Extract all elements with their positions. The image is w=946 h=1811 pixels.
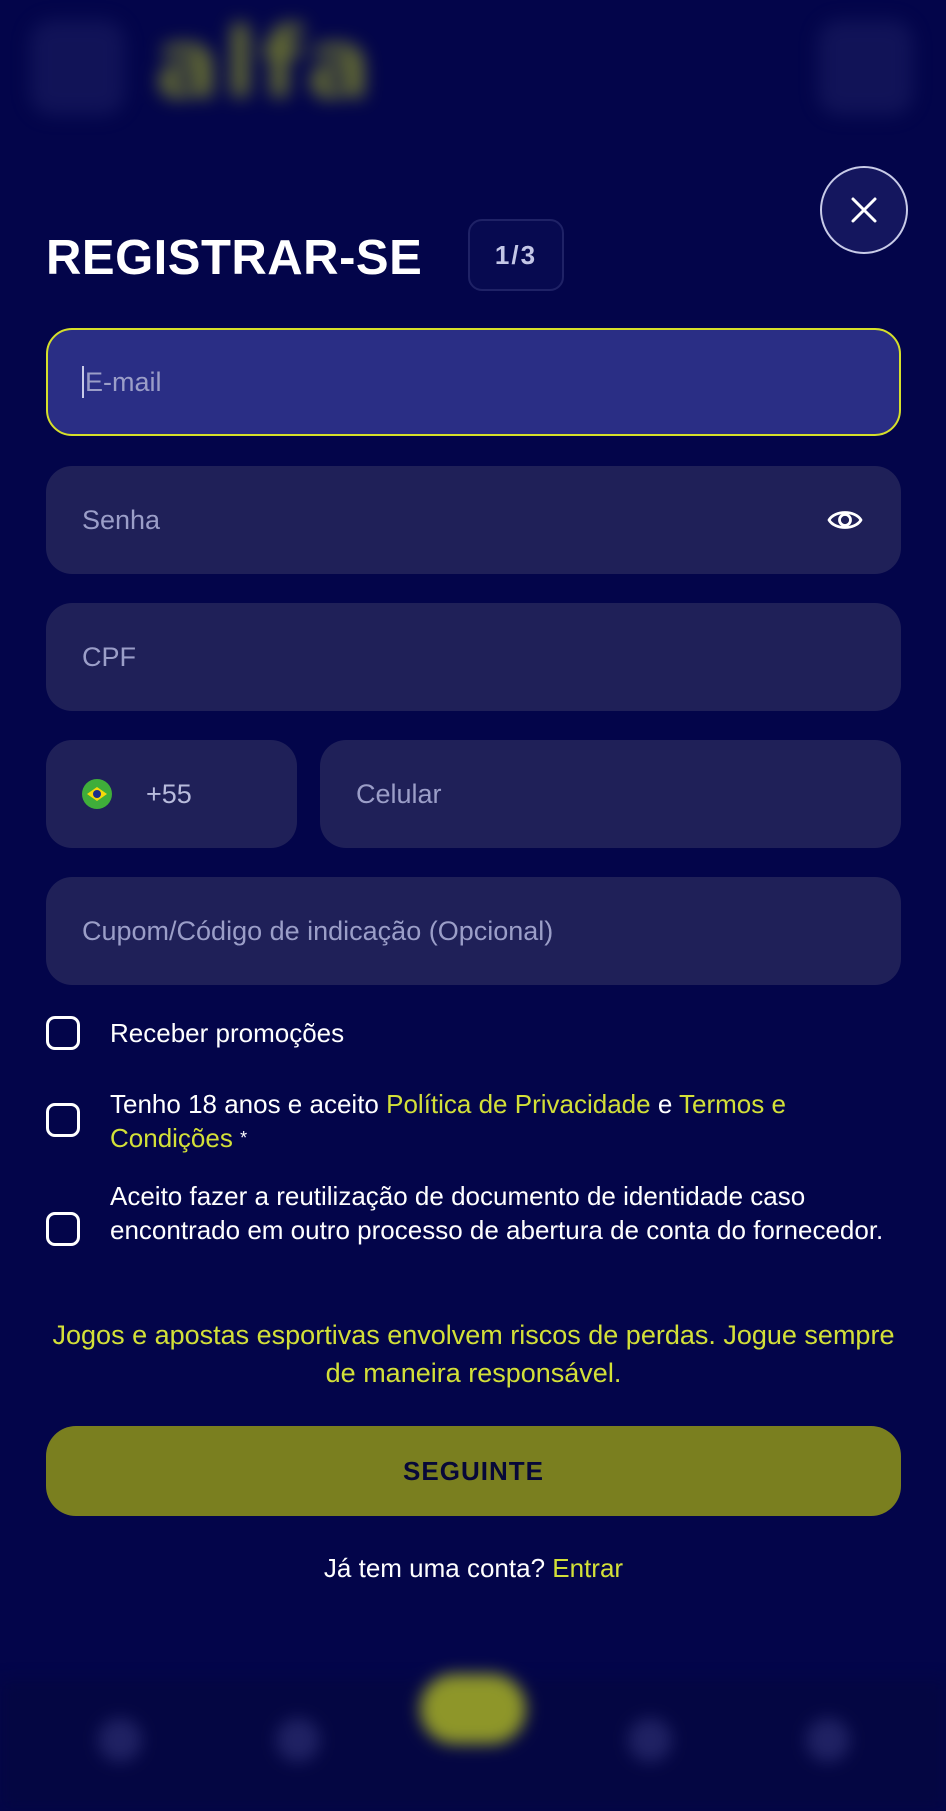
password-placeholder: Senha [82,504,161,535]
email-field[interactable]: E-mail [46,328,901,436]
background-bottom-nav [0,1674,946,1811]
background-logo: alfa [155,8,376,120]
brazil-flag-icon [82,779,112,809]
eye-icon[interactable] [827,502,863,538]
next-button[interactable]: SEGUINTE [46,1426,901,1516]
terms-option: Tenho 18 anos e aceito Política de Priva… [46,1087,900,1155]
privacy-policy-link[interactable]: Política de Privacidade [386,1089,650,1119]
background-nav-center [420,1674,526,1744]
email-placeholder: E-mail [85,366,162,397]
background-nav-icon [98,1718,142,1762]
background-header: alfa [0,0,946,130]
background-nav-icon [628,1718,672,1762]
text-caret [82,366,84,398]
terms-label: Tenho 18 anos e aceito Política de Priva… [110,1087,900,1155]
coupon-placeholder: Cupom/Código de indicação (Opcional) [82,915,554,946]
responsible-gaming-warning: Jogos e apostas esportivas envolvem risc… [52,1320,895,1388]
background-nav-icon [276,1718,320,1762]
login-link[interactable]: Entrar [552,1553,623,1583]
country-code: +55 [146,778,192,809]
document-reuse-label: Aceito fazer a reutilização de documento… [110,1181,884,1245]
background-menu-button [30,20,125,115]
phone-field[interactable]: Celular [320,740,901,848]
login-prompt-text: Já tem uma conta? [323,1553,553,1583]
terms-and-text: e [650,1089,680,1119]
coupon-field[interactable]: Cupom/Código de indicação (Opcional) [46,877,901,985]
password-field[interactable]: Senha [46,466,901,574]
login-prompt: Já tem uma conta? Entrar [46,1553,901,1584]
document-reuse-checkbox[interactable] [46,1212,80,1246]
terms-checkbox[interactable] [46,1103,80,1137]
page-title: REGISTRAR-SE [46,231,423,285]
document-reuse-option: Aceito fazer a reutilização de documento… [46,1179,900,1247]
promotions-label: Receber promoções [110,1018,345,1048]
close-icon [851,197,877,223]
country-code-select[interactable]: +55 [46,740,297,848]
terms-text: Tenho 18 anos e aceito [110,1089,387,1119]
cpf-placeholder: CPF [82,641,136,672]
phone-placeholder: Celular [356,778,442,809]
close-button[interactable] [820,166,908,254]
promotions-option: Receber promoções [46,1016,900,1050]
cpf-field[interactable]: CPF [46,603,901,711]
step-badge: 1/3 [468,219,564,291]
promotions-checkbox[interactable] [46,1016,80,1050]
required-mark: * [240,1128,248,1148]
background-nav-icon [806,1718,850,1762]
background-profile-button [818,20,913,115]
